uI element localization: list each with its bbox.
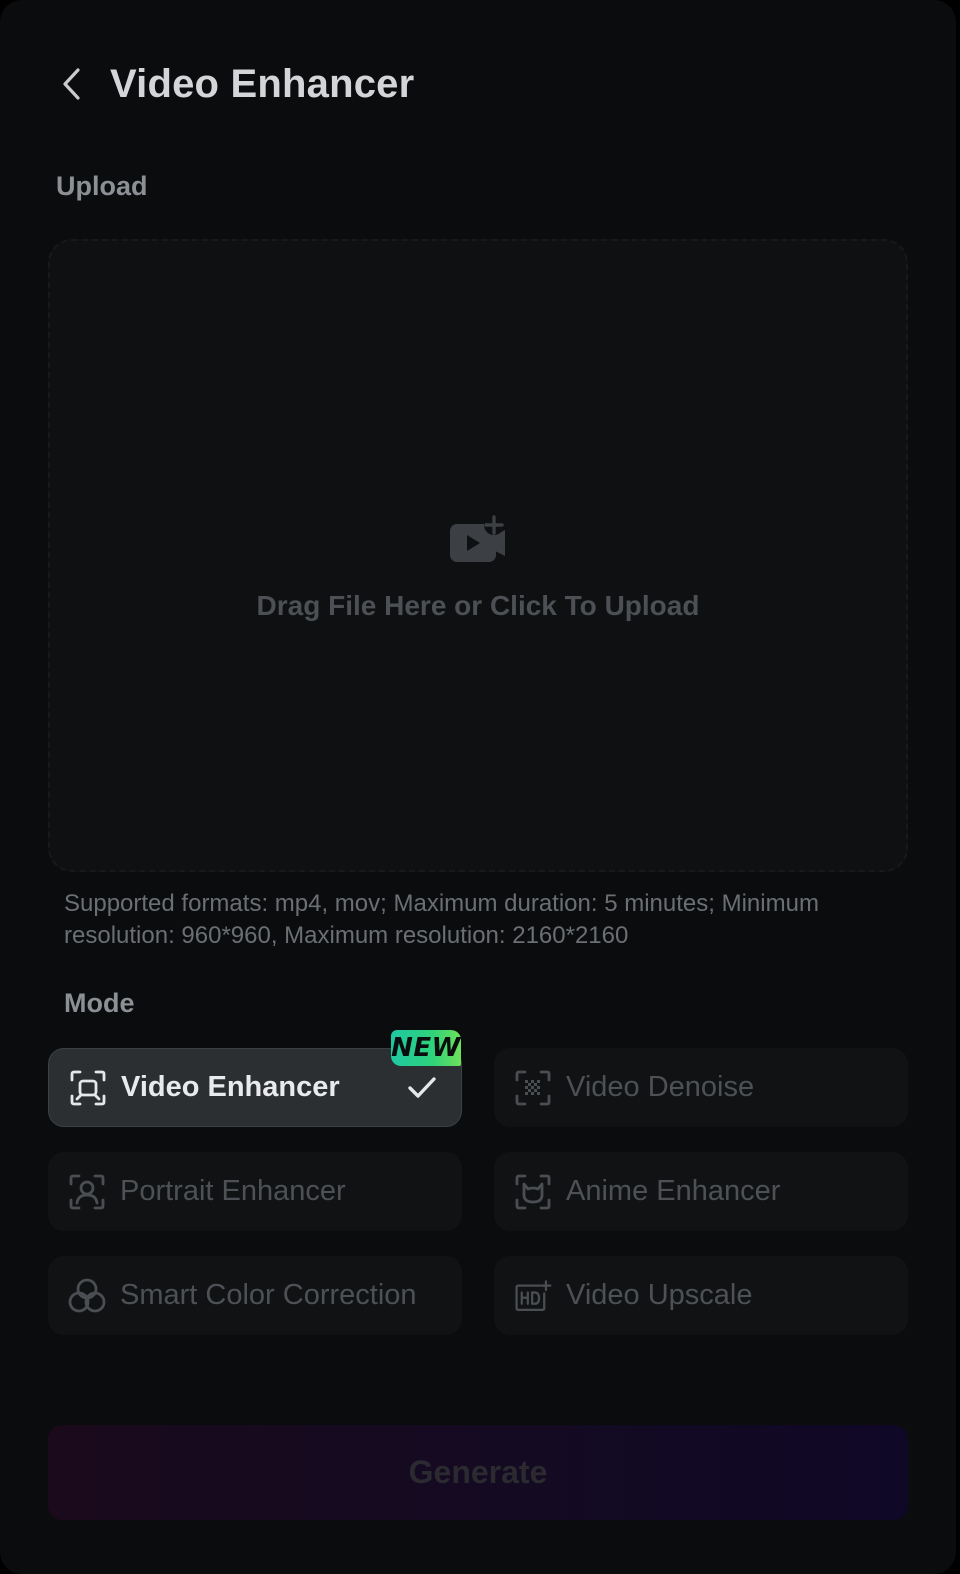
mode-option-label: Smart Color Correction bbox=[120, 1279, 417, 1311]
new-badge: NEW bbox=[391, 1030, 461, 1066]
upload-section-label: Upload bbox=[56, 171, 148, 201]
mode-option-video-upscale[interactable]: Video Upscale bbox=[494, 1256, 908, 1335]
mode-option-label: Portrait Enhancer bbox=[120, 1175, 346, 1207]
mode-section-label: Mode bbox=[64, 988, 135, 1018]
video-enhancer-panel: Video Enhancer Upload Drag File Here or … bbox=[0, 0, 956, 1574]
back-button[interactable] bbox=[56, 64, 88, 104]
mode-option-label: Video Denoise bbox=[566, 1071, 755, 1103]
generate-button[interactable]: Generate bbox=[48, 1425, 908, 1520]
page-title: Video Enhancer bbox=[110, 61, 415, 106]
upload-format-hint: Supported formats: mp4, mov; Maximum dur… bbox=[64, 890, 819, 949]
header: Video Enhancer bbox=[56, 58, 414, 110]
mode-option-label: Video Upscale bbox=[566, 1279, 753, 1311]
denoise-icon bbox=[515, 1070, 551, 1105]
mode-option-video-enhancer[interactable]: Video Enhancer NEW bbox=[48, 1030, 462, 1127]
mode-option-video-denoise[interactable]: Video Denoise bbox=[494, 1048, 908, 1127]
anime-frame-icon bbox=[515, 1174, 551, 1209]
mode-option-label: Video Enhancer bbox=[121, 1071, 340, 1103]
portrait-frame-icon bbox=[69, 1174, 105, 1209]
mode-option-anime-enhancer[interactable]: Anime Enhancer bbox=[494, 1152, 908, 1231]
upload-dropzone[interactable]: Drag File Here or Click To Upload bbox=[48, 239, 908, 872]
chevron-left-icon bbox=[63, 68, 80, 100]
video-add-icon bbox=[450, 514, 505, 562]
mode-option-label: Anime Enhancer bbox=[566, 1175, 781, 1207]
focus-frame-icon bbox=[70, 1070, 106, 1105]
mode-option-portrait-enhancer[interactable]: Portrait Enhancer bbox=[48, 1152, 462, 1231]
upload-prompt: Drag File Here or Click To Upload bbox=[256, 589, 700, 621]
mode-option-smart-color-correction[interactable]: Smart Color Correction bbox=[48, 1256, 462, 1335]
checkmark-icon bbox=[408, 1077, 436, 1098]
hd-upscale-icon bbox=[515, 1279, 552, 1311]
color-circles-icon bbox=[68, 1278, 106, 1312]
